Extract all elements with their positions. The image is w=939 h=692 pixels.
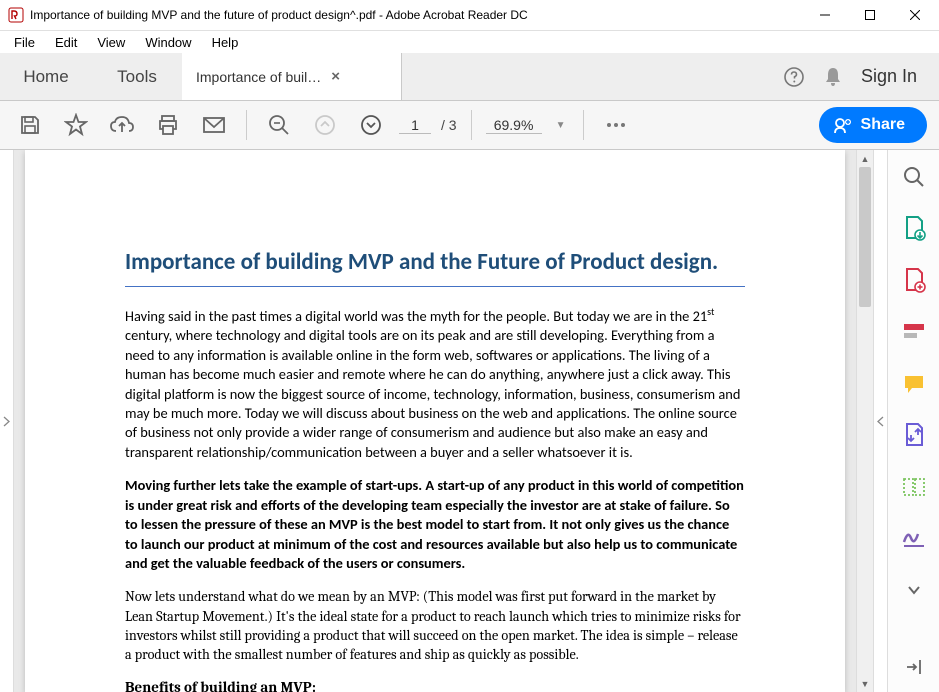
- zoom-find-icon[interactable]: [261, 107, 297, 143]
- more-tools-icon[interactable]: [900, 577, 928, 602]
- menu-window[interactable]: Window: [137, 33, 199, 52]
- right-tool-panel: [887, 150, 939, 692]
- document-viewport[interactable]: Importance of building MVP and the Futur…: [14, 150, 856, 692]
- right-nav-toggle[interactable]: [873, 150, 887, 692]
- export-pdf-icon[interactable]: [900, 215, 928, 241]
- minimize-button[interactable]: [802, 1, 847, 30]
- tab-close-icon[interactable]: ×: [331, 68, 340, 85]
- zoom-input[interactable]: [486, 117, 542, 134]
- organize-icon[interactable]: [900, 474, 928, 499]
- scroll-up-icon[interactable]: ▲: [857, 150, 873, 167]
- edit-pdf-icon[interactable]: [900, 319, 928, 344]
- doc-paragraph-2: Moving further lets take the example of …: [125, 476, 745, 573]
- combine-icon[interactable]: [900, 422, 928, 448]
- vertical-scrollbar[interactable]: ▲ ▼: [856, 150, 873, 692]
- print-icon[interactable]: [150, 107, 186, 143]
- separator: [246, 110, 247, 140]
- scroll-thumb[interactable]: [859, 167, 871, 307]
- help-icon[interactable]: [783, 66, 805, 88]
- left-nav-toggle[interactable]: [0, 150, 14, 692]
- title-bar: Importance of building MVP and the futur…: [0, 0, 939, 31]
- maximize-button[interactable]: [847, 1, 892, 30]
- separator: [583, 110, 584, 140]
- page-up-icon[interactable]: [307, 107, 343, 143]
- zoom-dropdown-icon[interactable]: ▼: [552, 120, 570, 131]
- create-pdf-icon[interactable]: [900, 267, 928, 293]
- tab-document[interactable]: Importance of buil… ×: [182, 53, 402, 100]
- page-total: / 3: [441, 117, 457, 133]
- close-button[interactable]: [892, 1, 937, 30]
- tab-tools[interactable]: Tools: [92, 53, 182, 100]
- menu-bar: File Edit View Window Help: [0, 31, 939, 53]
- more-icon[interactable]: [598, 107, 634, 143]
- window-title: Importance of building MVP and the futur…: [30, 8, 802, 22]
- content-area: Importance of building MVP and the Futur…: [0, 150, 939, 692]
- doc-paragraph-3: Now lets understand what do we mean by a…: [125, 587, 745, 664]
- app-icon: [8, 7, 24, 23]
- doc-heading-benefits: Benefits of building an MVP:: [125, 678, 745, 692]
- menu-file[interactable]: File: [6, 33, 43, 52]
- search-tool-icon[interactable]: [900, 164, 928, 189]
- share-label: Share: [861, 116, 905, 134]
- bell-icon[interactable]: [823, 66, 843, 88]
- menu-help[interactable]: Help: [204, 33, 247, 52]
- document-page: Importance of building MVP and the Futur…: [25, 150, 845, 692]
- menu-edit[interactable]: Edit: [47, 33, 85, 52]
- doc-title: Importance of building MVP and the Futur…: [125, 248, 745, 287]
- menu-view[interactable]: View: [89, 33, 133, 52]
- sign-in-link[interactable]: Sign In: [861, 66, 917, 87]
- page-down-icon[interactable]: [353, 107, 389, 143]
- doc-paragraph-1: Having said in the past times a digital …: [125, 305, 745, 462]
- cloud-upload-icon[interactable]: [104, 107, 140, 143]
- mail-icon[interactable]: [196, 107, 232, 143]
- scroll-down-icon[interactable]: ▼: [857, 675, 873, 692]
- sign-tool-icon[interactable]: [900, 526, 928, 551]
- tab-home[interactable]: Home: [0, 53, 92, 100]
- comment-icon[interactable]: [900, 371, 928, 396]
- collapse-panel-icon[interactable]: [900, 655, 928, 680]
- document-toolbar: / 3 ▼ Share: [0, 101, 939, 150]
- page-number-input[interactable]: [399, 117, 431, 134]
- tab-document-label: Importance of buil…: [196, 69, 321, 85]
- save-icon[interactable]: [12, 107, 48, 143]
- app-toolbar: Home Tools Importance of buil… × Sign In: [0, 53, 939, 101]
- separator: [471, 110, 472, 140]
- star-icon[interactable]: [58, 107, 94, 143]
- share-button[interactable]: Share: [819, 107, 927, 143]
